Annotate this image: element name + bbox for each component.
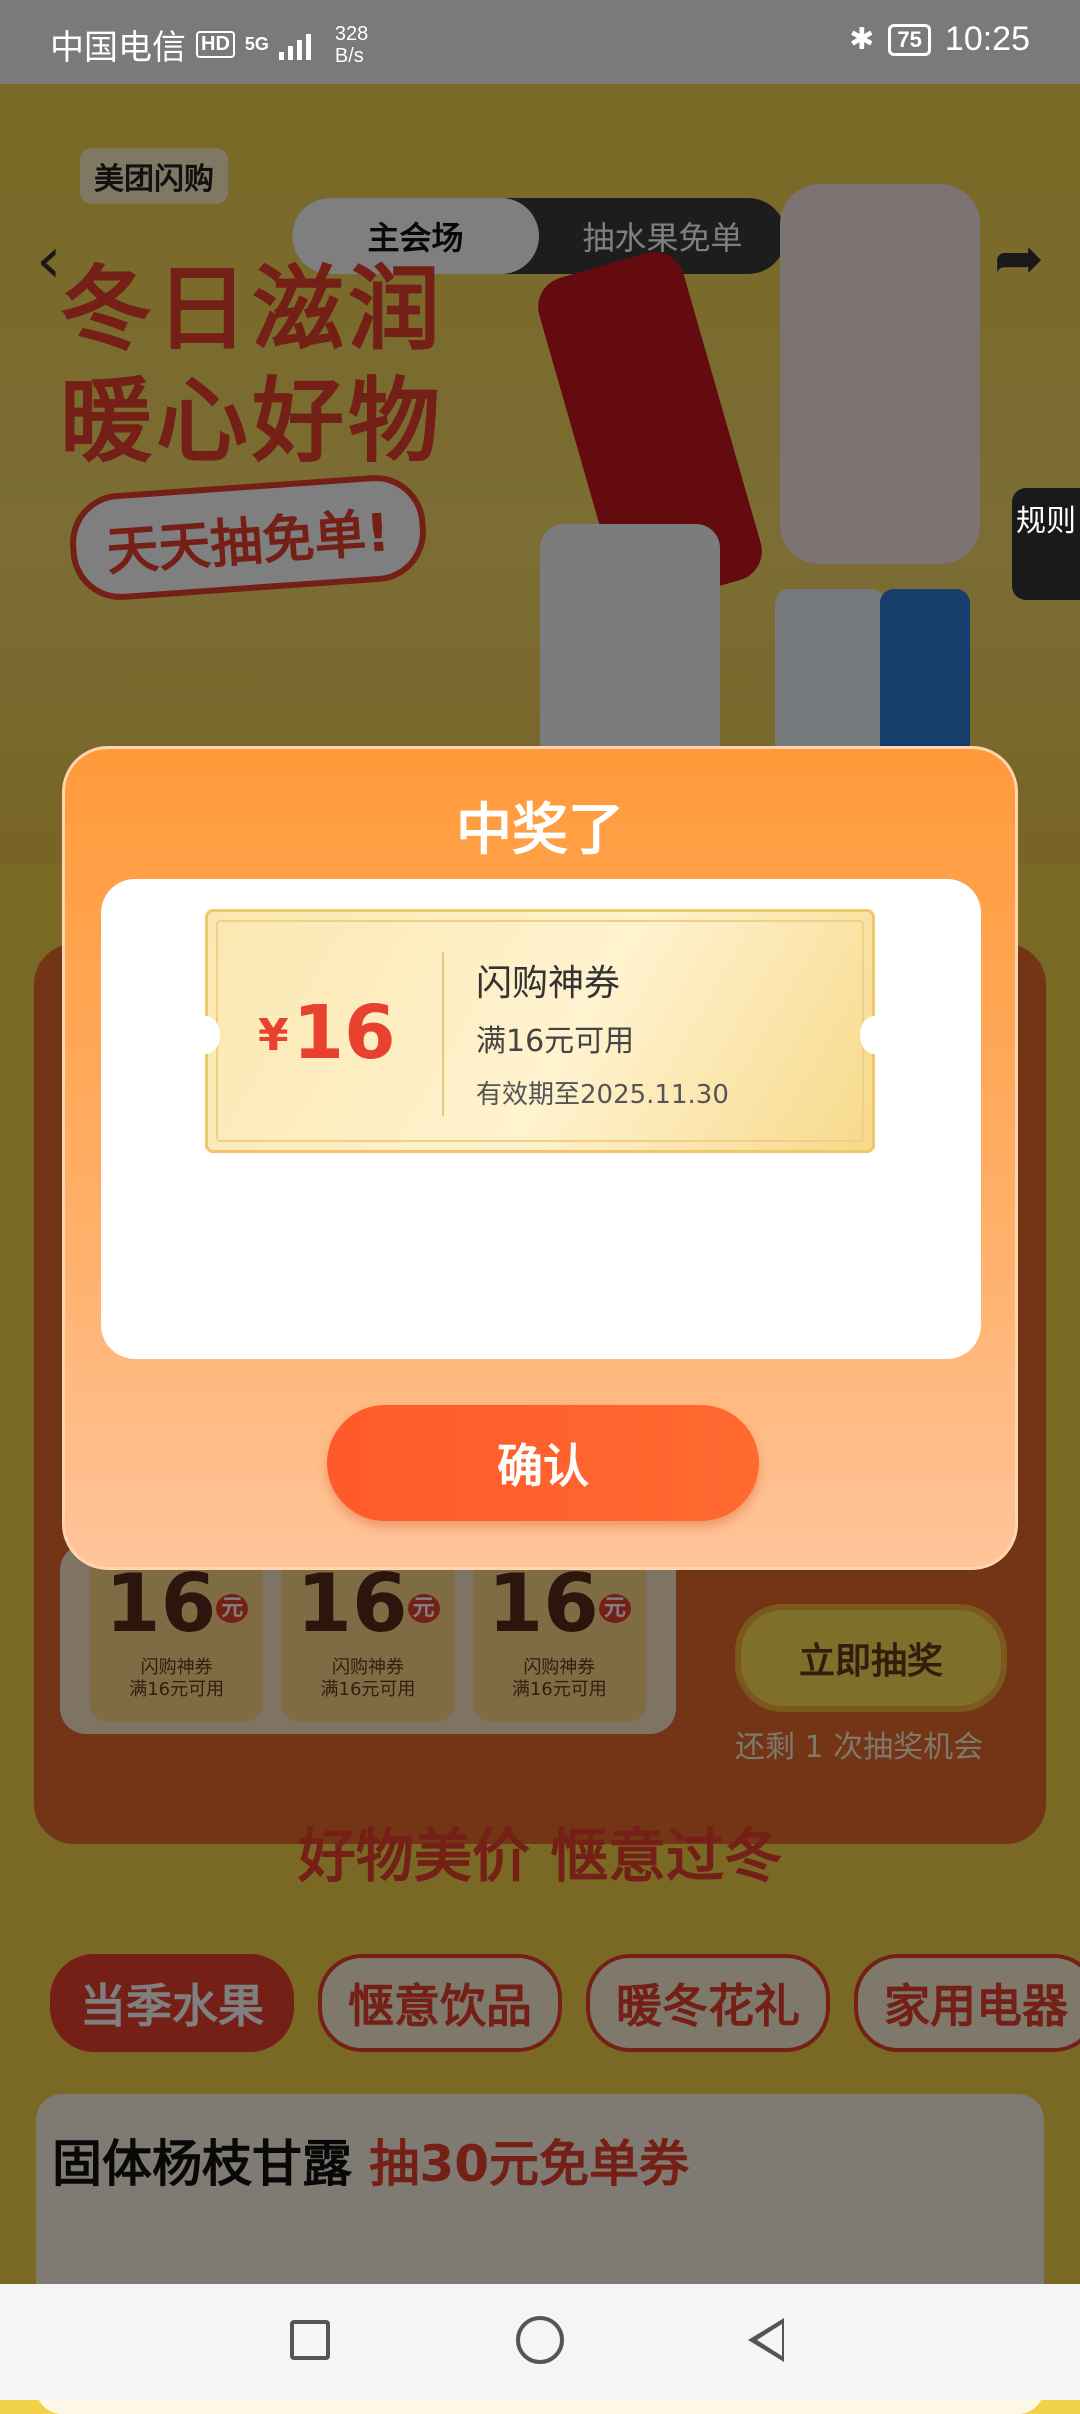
coupon-divider — [442, 952, 444, 1116]
status-bar: 中国电信 HD 5G 328 B/s ✱ 75 10:25 — [0, 0, 1080, 84]
coupon-condition: 满16元可用 — [476, 1024, 635, 1059]
system-nav-bar — [0, 2284, 1080, 2400]
hd-icon: HD — [196, 31, 235, 58]
net-speed: 328 B/s — [334, 22, 369, 67]
signal-icon — [278, 30, 311, 60]
back-nav-icon[interactable] — [748, 2318, 784, 2362]
coupon-amount: ¥16 — [258, 990, 396, 1076]
confirm-button[interactable]: 确认 — [327, 1405, 759, 1521]
battery-icon: 75 — [888, 23, 931, 56]
home-icon[interactable] — [516, 2316, 564, 2364]
modal-title: 中奖了 — [456, 798, 624, 863]
recent-apps-icon[interactable] — [290, 2320, 330, 2360]
clock: 10:25 — [944, 20, 1030, 58]
coupon-ticket: ¥16 闪购神券 满16元可用 有效期至2025.11.30 — [192, 909, 888, 1153]
network-type: 5G — [244, 34, 269, 54]
modal-content: ¥16 闪购神券 满16元可用 有效期至2025.11.30 — [101, 879, 981, 1359]
coupon-name: 闪购神券 — [476, 963, 621, 1004]
bluetooth-icon: ✱ — [849, 23, 875, 56]
coupon-expiry: 有效期至2025.11.30 — [476, 1080, 729, 1110]
carrier-name: 中国电信 — [50, 29, 186, 67]
rules-button[interactable]: 规则 — [1012, 488, 1080, 600]
prize-modal: 中奖了 ¥16 闪购神券 满16元可用 有效期至2025.11.30 确认 — [62, 746, 1018, 1570]
